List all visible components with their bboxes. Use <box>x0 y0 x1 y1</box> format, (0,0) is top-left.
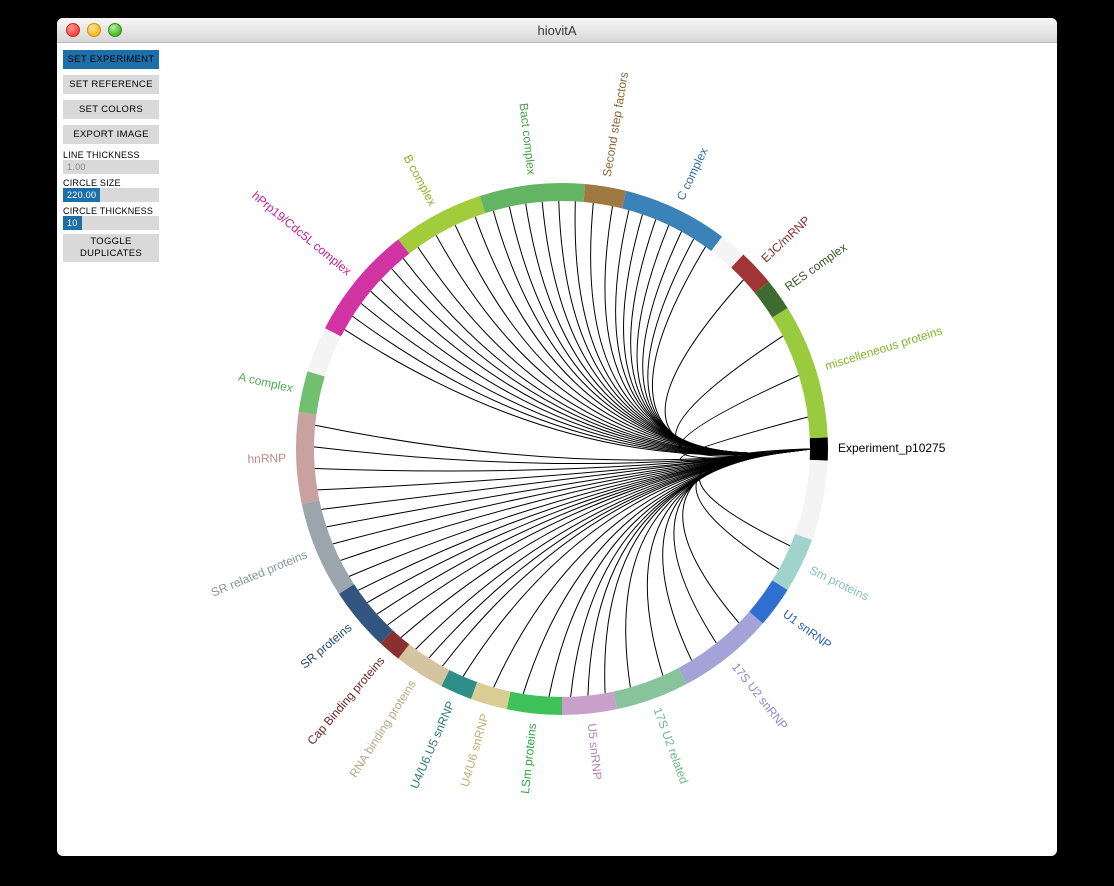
arc-label-sm: Sm proteins <box>807 563 871 604</box>
arc-label-srrel: SR related proteins <box>209 547 309 599</box>
arc-label-hnrnp: hnRNP <box>247 451 286 466</box>
arc-gap1[interactable] <box>795 460 828 540</box>
close-icon[interactable] <box>66 23 80 37</box>
chord-group <box>314 201 810 697</box>
arc-label-res: RES complex <box>782 240 849 294</box>
arc-c[interactable] <box>622 191 722 251</box>
titlebar[interactable]: hiovitA <box>57 18 1057 43</box>
arc-label-hprp: hPrp19/Cdc5L complex <box>249 188 354 278</box>
chord-misc <box>676 336 810 456</box>
chord-hprp <box>371 291 810 454</box>
arc-srrel[interactable] <box>302 501 354 594</box>
arc-label-step2: Second step factors <box>600 71 631 178</box>
arc-sm[interactable] <box>772 534 812 590</box>
arc-label-srp: SR proteins <box>298 620 355 671</box>
chord-bact <box>542 202 810 453</box>
chord-c <box>643 232 810 454</box>
chord-u4u6u5 <box>463 449 810 676</box>
chord-u4u6 <box>494 449 810 687</box>
arc-bact[interactable] <box>480 183 585 213</box>
arc-lsm[interactable] <box>507 692 562 715</box>
arc-label-u4u6: U4/U6 snRNP <box>458 712 492 788</box>
arc-label-lsm: LSm proteins <box>518 723 539 795</box>
chord-c <box>648 239 810 454</box>
chord-hprp <box>403 258 810 453</box>
arc-gap2[interactable] <box>308 328 341 376</box>
arc-label-u5: U5 snRNP <box>585 723 605 781</box>
chord-hprp <box>381 280 810 454</box>
window-title: hiovitA <box>57 23 1057 38</box>
arc-label-exp: Experiment_p10275 <box>838 441 946 455</box>
chord-diagram: Experiment_p10275 Sm proteinsU1 snRNP 17S … <box>57 42 1057 856</box>
arc-u2r[interactable] <box>614 668 687 709</box>
minimize-icon[interactable] <box>87 23 101 37</box>
arc-u4u6[interactable] <box>471 682 510 709</box>
arc-label-c: C complex <box>674 145 711 202</box>
arc-u5[interactable] <box>562 692 617 715</box>
arc-label-b: B complex <box>401 152 440 208</box>
chord-bact <box>526 204 810 454</box>
arc-label-ejc: EJC/mRNP <box>759 213 813 265</box>
arc-label-misc: miscelleneous proteins <box>823 323 944 373</box>
traffic-lights <box>66 23 122 37</box>
arc-label-u4u6u5: U4/U6.U5 snRNP <box>407 699 457 791</box>
arc-label-u2: 17S U2 snRNP <box>729 660 791 732</box>
arc-a[interactable] <box>299 371 325 414</box>
app-window: hiovitA SET EXPERIMENT SET REFERENCE SET… <box>57 18 1057 856</box>
arc-exp[interactable] <box>810 437 828 460</box>
arc-label-a: A complex <box>237 370 294 396</box>
arc-label-u1: U1 snRNP <box>780 607 834 652</box>
zoom-icon[interactable] <box>108 23 122 37</box>
arc-step2[interactable] <box>584 184 627 208</box>
arc-label-bact: Bact complex <box>516 102 538 175</box>
arc-label-u2r: 17S U2 related <box>651 706 692 786</box>
chord-bact <box>509 207 810 454</box>
chord-hprp <box>353 316 810 454</box>
chord-hprp <box>361 303 810 454</box>
